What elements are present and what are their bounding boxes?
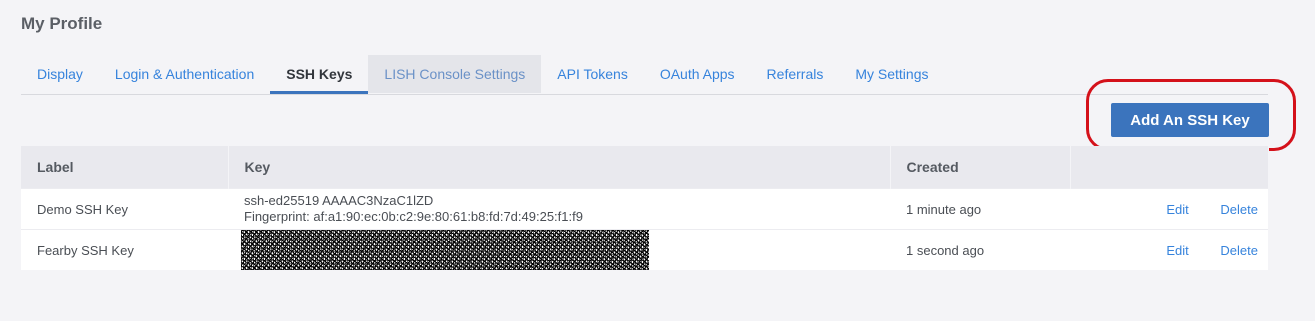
column-header-label: Label bbox=[21, 146, 229, 189]
page-title: My Profile bbox=[21, 14, 103, 33]
key-cell: ssh-ed25519 AAAAC3NzaC1lZD Fingerprint: … bbox=[228, 188, 890, 230]
profile-tabs: Display Login & Authentication SSH Keys … bbox=[21, 55, 1268, 95]
column-header-created: Created bbox=[890, 146, 1071, 189]
delete-link[interactable]: Delete bbox=[1220, 243, 1258, 258]
row-actions: Edit Delete bbox=[1070, 188, 1268, 230]
edit-link[interactable]: Edit bbox=[1166, 202, 1188, 217]
tab-my-settings[interactable]: My Settings bbox=[839, 55, 944, 93]
tab-oauth-apps[interactable]: OAuth Apps bbox=[644, 55, 751, 93]
tab-lish-console-settings[interactable]: LISH Console Settings bbox=[368, 55, 542, 93]
row-actions: Edit Delete bbox=[1070, 229, 1268, 270]
redacted-key-image bbox=[241, 230, 649, 270]
key-created: 1 minute ago bbox=[890, 188, 1070, 230]
column-header-actions bbox=[1070, 146, 1269, 189]
add-ssh-key-button[interactable]: Add An SSH Key bbox=[1111, 103, 1269, 137]
tab-login-authentication[interactable]: Login & Authentication bbox=[99, 55, 270, 93]
key-created: 1 second ago bbox=[890, 229, 1070, 270]
key-value: ssh-ed25519 AAAAC3NzaC1lZD bbox=[244, 193, 434, 208]
tab-api-tokens[interactable]: API Tokens bbox=[541, 55, 644, 93]
key-label: Demo SSH Key bbox=[21, 188, 228, 230]
tab-referrals[interactable]: Referrals bbox=[751, 55, 840, 93]
delete-link[interactable]: Delete bbox=[1220, 202, 1258, 217]
key-label: Fearby SSH Key bbox=[21, 229, 228, 270]
column-header-key: Key bbox=[228, 146, 891, 189]
ssh-keys-table: Label Key Created Demo SSH Key ssh-ed255… bbox=[21, 146, 1269, 270]
table-row: Fearby SSH Key 1 second ago Edit Delete bbox=[21, 229, 1268, 270]
edit-link[interactable]: Edit bbox=[1166, 243, 1188, 258]
tab-ssh-keys[interactable]: SSH Keys bbox=[270, 55, 369, 94]
table-row: Demo SSH Key ssh-ed25519 AAAAC3NzaC1lZD … bbox=[21, 188, 1268, 230]
tab-display[interactable]: Display bbox=[21, 55, 99, 93]
key-fingerprint: Fingerprint: af:a1:90:ec:0b:c2:9e:80:61:… bbox=[244, 209, 583, 224]
key-cell bbox=[228, 229, 890, 270]
table-header-row: Label Key Created bbox=[21, 146, 1269, 189]
